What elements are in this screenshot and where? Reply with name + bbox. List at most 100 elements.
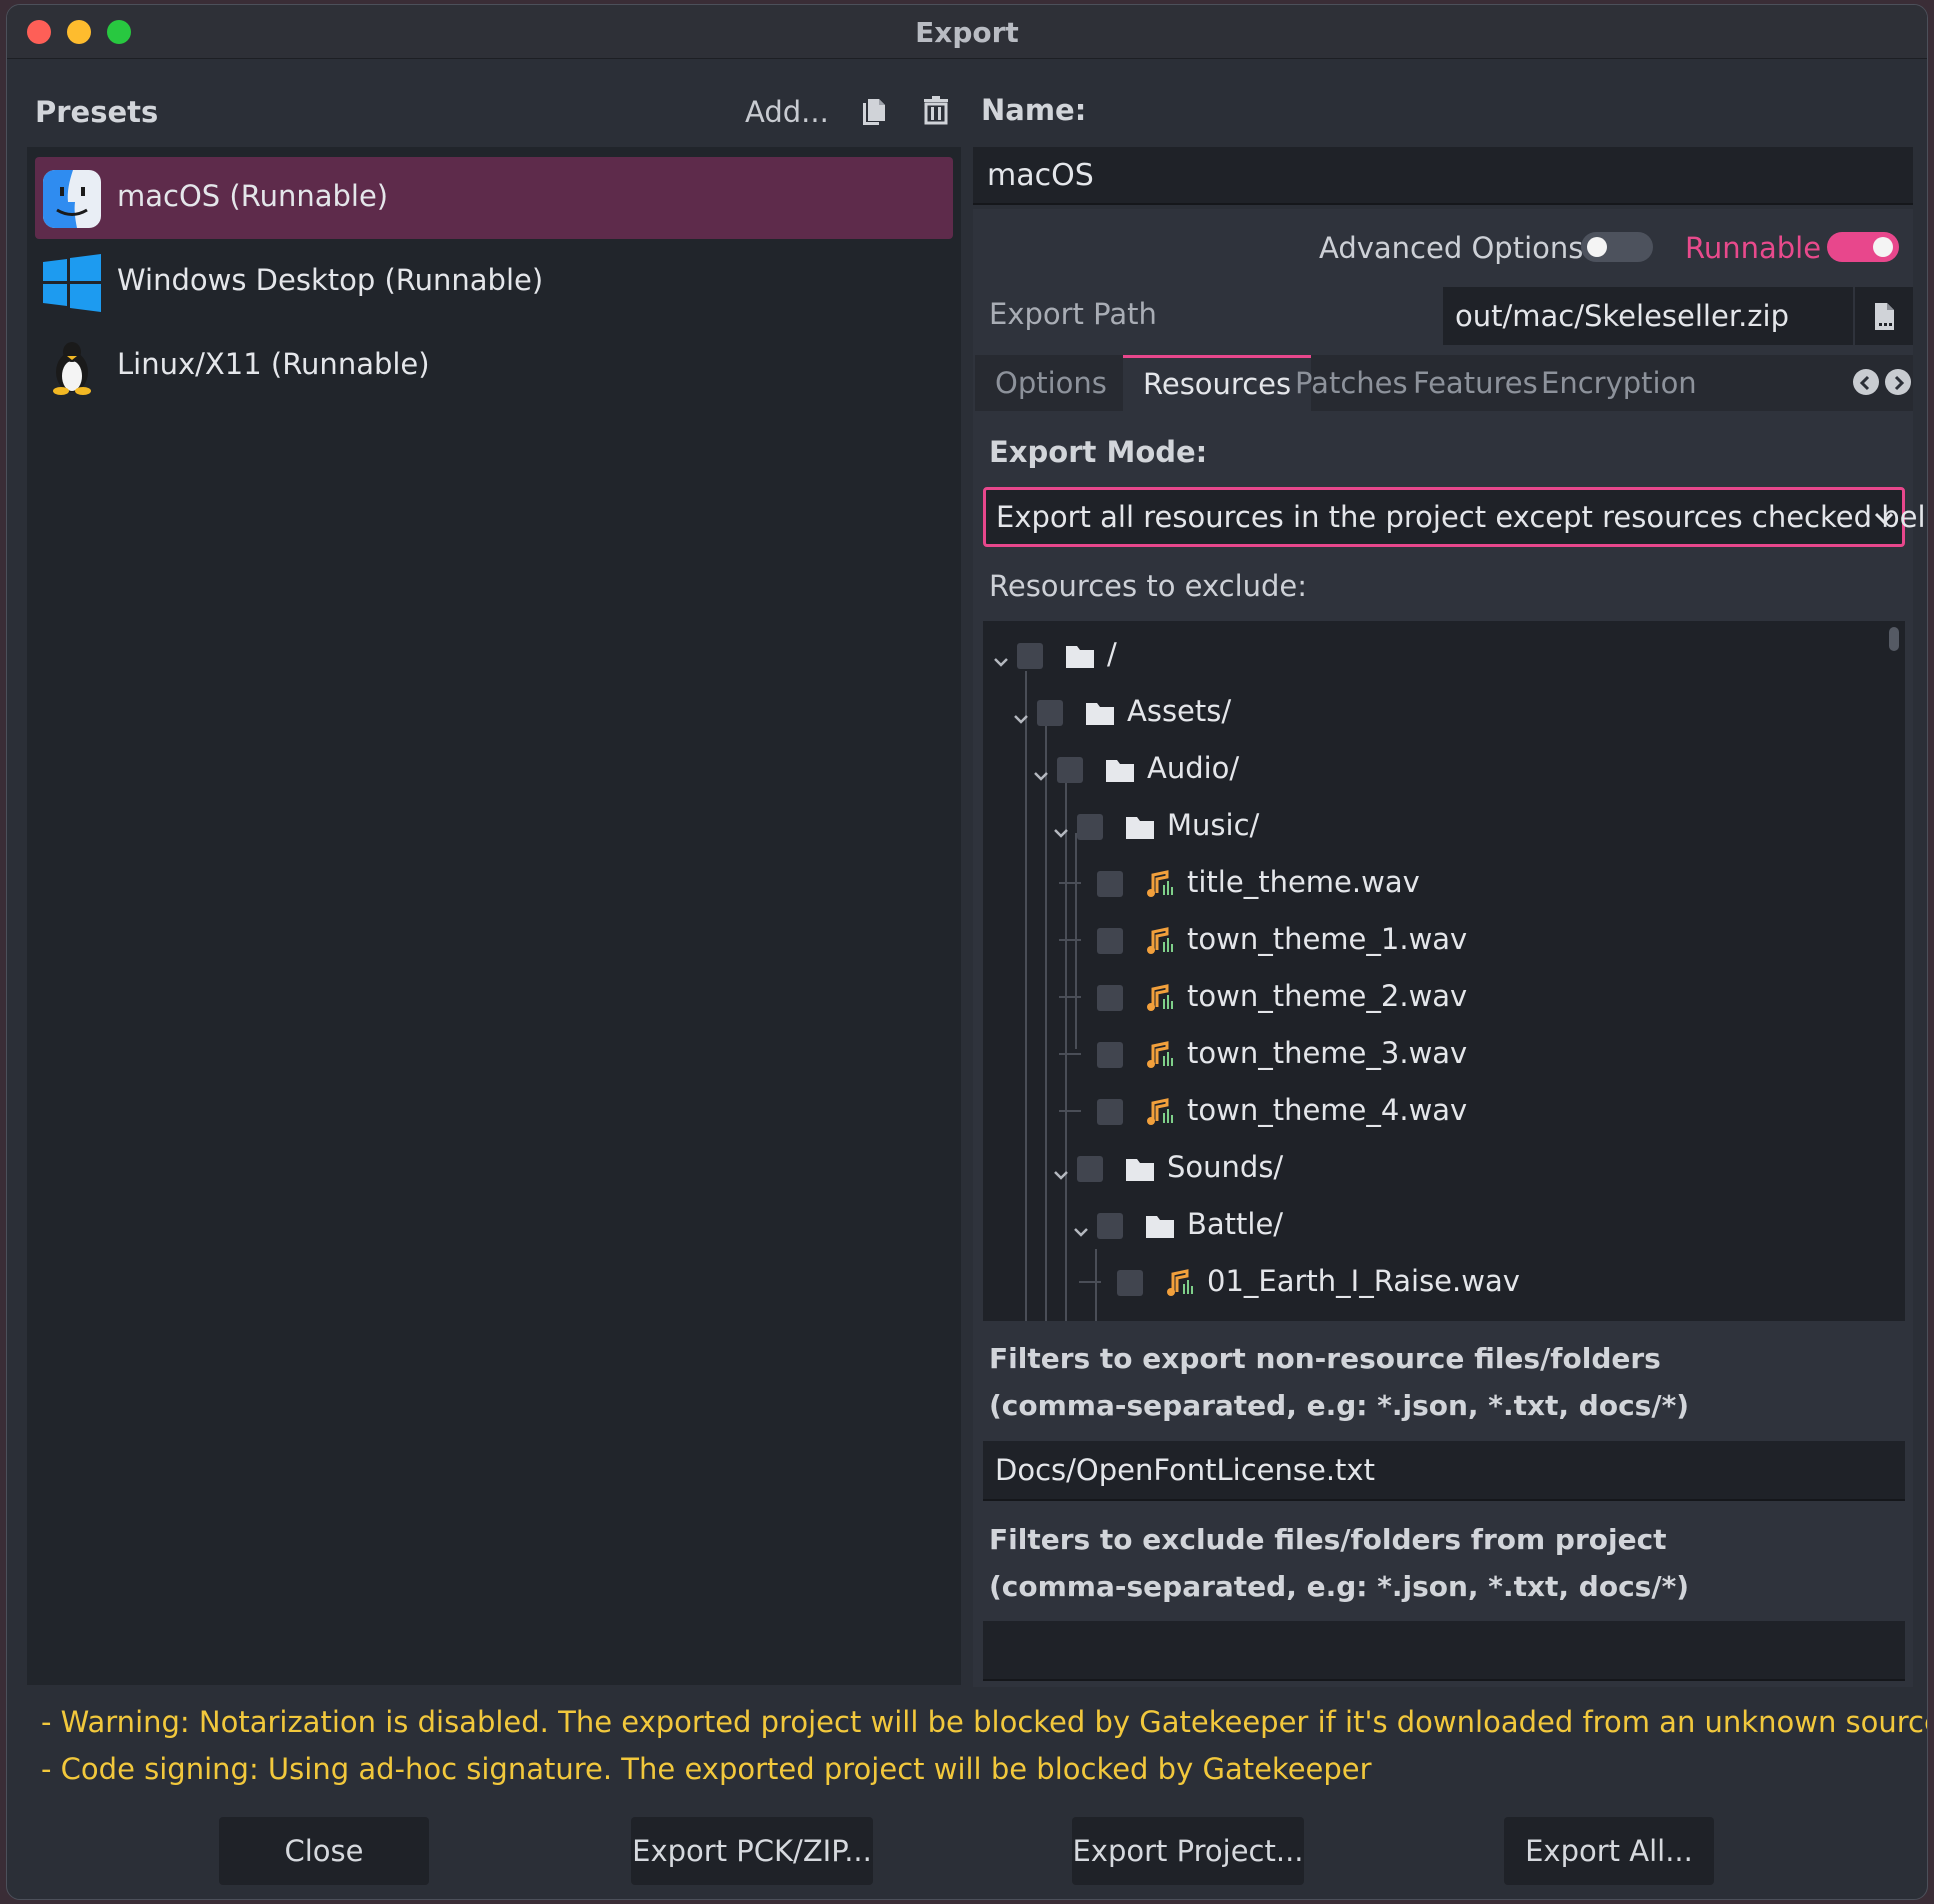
filters-include-input[interactable]: Docs/OpenFontLicense.txt [983, 1441, 1905, 1501]
name-label: Name: [981, 93, 1087, 127]
preset-label: Linux/X11 (Runnable) [117, 347, 430, 381]
tree-file-row[interactable]: 01_Earth_I_Raise.wav [983, 1254, 1883, 1311]
folder-icon [1063, 639, 1097, 673]
duplicate-preset-button[interactable] [857, 93, 891, 127]
tree-guide [1059, 996, 1081, 998]
exclude-checkbox[interactable] [1097, 871, 1123, 897]
preset-name-input[interactable]: macOS [973, 147, 1913, 205]
tab-bar: Options Resources Patches Features Encry… [975, 355, 1913, 411]
resources-exclude-label: Resources to exclude: [989, 569, 1308, 603]
tree-file-row[interactable]: town_theme_3.wav [983, 1026, 1883, 1083]
tree-file-row[interactable]: town_theme_4.wav [983, 1083, 1883, 1140]
audio-file-icon [1143, 1095, 1177, 1129]
exclude-checkbox[interactable] [1037, 700, 1063, 726]
macos-finder-icon [43, 170, 101, 228]
chevron-down-icon[interactable] [1031, 759, 1051, 781]
audio-file-icon [1143, 1038, 1177, 1072]
close-button[interactable]: Close [219, 1817, 429, 1885]
advanced-options-toggle[interactable] [1581, 232, 1653, 262]
chevron-down-icon[interactable] [991, 645, 1011, 667]
preset-label: macOS (Runnable) [117, 179, 389, 213]
tree-guide [1059, 939, 1081, 941]
tree-guide [1059, 1110, 1081, 1112]
export-path-input[interactable]: out/mac/Skeleseller.zip [1443, 287, 1853, 345]
exclude-checkbox[interactable] [1057, 757, 1083, 783]
export-mode-select[interactable]: Export all resources in the project exce… [983, 487, 1927, 547]
exclude-checkbox[interactable] [1017, 643, 1043, 669]
tab-scroll-right-button[interactable] [1885, 369, 1911, 395]
export-all-button[interactable]: Export All... [1504, 1817, 1714, 1885]
preset-item-macos[interactable]: macOS (Runnable) [35, 157, 953, 239]
tab-encryption[interactable]: Encryption [1521, 355, 1717, 411]
tree-file-row[interactable]: town_theme_2.wav [983, 969, 1883, 1026]
exclude-checkbox[interactable] [1097, 928, 1123, 954]
windows-icon [43, 254, 101, 312]
tree-scrollbar-thumb[interactable] [1889, 627, 1899, 651]
exclude-checkbox[interactable] [1097, 1213, 1123, 1239]
tree-file-row[interactable]: title_theme.wav [983, 855, 1883, 912]
toggle-knob [1587, 237, 1607, 257]
preset-item-windows[interactable]: Windows Desktop (Runnable) [35, 241, 953, 323]
tree-guide [1059, 882, 1081, 884]
folder-icon [1103, 753, 1137, 787]
exclude-checkbox[interactable] [1077, 1156, 1103, 1182]
exclude-checkbox[interactable] [1097, 1099, 1123, 1125]
filters-include-hint: (comma-separated, e.g: *.json, *.txt, do… [989, 1389, 1690, 1422]
chevron-down-icon[interactable] [1051, 1158, 1071, 1180]
tree-item-label: Audio/ [1147, 751, 1240, 785]
tree-folder-row[interactable]: Music/ [983, 798, 1883, 855]
tree-item-label: title_theme.wav [1187, 865, 1420, 899]
tree-folder-row[interactable]: Audio/ [983, 741, 1883, 798]
exclude-checkbox[interactable] [1117, 1270, 1143, 1296]
tab-options[interactable]: Options [975, 355, 1127, 411]
tree-item-label: 01_Earth_I_Raise.wav [1207, 1264, 1520, 1298]
code-signing-warning: - Code signing: Using ad-hoc signature. … [41, 1752, 1372, 1786]
notarization-warning: - Warning: Notarization is disabled. The… [41, 1705, 1928, 1739]
export-project-button[interactable]: Export Project... [1072, 1817, 1304, 1885]
tree-item-label: Sounds/ [1167, 1150, 1284, 1184]
exclude-checkbox[interactable] [1097, 1042, 1123, 1068]
audio-file-icon [1143, 981, 1177, 1015]
tree-folder-row[interactable]: Assets/ [983, 684, 1883, 741]
tree-item-label: town_theme_4.wav [1187, 1093, 1468, 1127]
filters-exclude-input[interactable] [983, 1621, 1905, 1681]
export-mode-value: Export all resources in the project exce… [996, 500, 1928, 534]
delete-preset-button[interactable] [919, 93, 953, 127]
tree-item-label: town_theme_3.wav [1187, 1036, 1468, 1070]
toggle-knob [1873, 237, 1893, 257]
tree-item-label: Music/ [1167, 808, 1260, 842]
export-pck-zip-button[interactable]: Export PCK/ZIP... [631, 1817, 873, 1885]
tree-scrollbar[interactable] [1889, 627, 1899, 1315]
runnable-toggle[interactable] [1827, 232, 1899, 262]
tree-folder-row[interactable]: Battle/ [983, 1197, 1883, 1254]
audio-file-icon [1143, 867, 1177, 901]
preset-item-linux[interactable]: Linux/X11 (Runnable) [35, 325, 953, 407]
tree-guide [1059, 1053, 1081, 1055]
title-bar: Export [7, 5, 1927, 59]
linux-tux-icon [53, 342, 91, 395]
chevron-right-icon [1894, 375, 1905, 391]
tree-item-label: Assets/ [1127, 694, 1232, 728]
exclude-checkbox[interactable] [1097, 985, 1123, 1011]
tree-item-label: / [1107, 637, 1117, 671]
runnable-label: Runnable [1685, 231, 1822, 265]
tree-folder-row[interactable]: Sounds/ [983, 1140, 1883, 1197]
presets-list: macOS (Runnable) Windows Desktop (Runnab… [27, 147, 961, 1685]
chevron-down-icon[interactable] [1051, 816, 1071, 838]
folder-icon [1123, 1152, 1157, 1186]
presets-header: Presets [35, 95, 159, 129]
resource-tree: / Assets/Audio/Music/title_theme.wav town_… [983, 621, 1905, 1321]
browse-path-button[interactable] [1855, 287, 1913, 345]
exclude-checkbox[interactable] [1077, 814, 1103, 840]
window-title: Export [915, 16, 1019, 49]
tree-guide [1079, 1281, 1101, 1283]
tree-folder-row[interactable]: / [983, 627, 1883, 684]
tree-file-row[interactable]: town_theme_1.wav [983, 912, 1883, 969]
advanced-options-label: Advanced Options [1319, 231, 1584, 265]
add-preset-button[interactable]: Add... [745, 95, 829, 129]
tab-scroll-left-button[interactable] [1853, 369, 1879, 395]
tree-item-label: town_theme_1.wav [1187, 922, 1468, 956]
export-mode-label: Export Mode: [989, 435, 1208, 469]
chevron-down-icon[interactable] [1011, 702, 1031, 724]
chevron-down-icon[interactable] [1071, 1215, 1091, 1237]
